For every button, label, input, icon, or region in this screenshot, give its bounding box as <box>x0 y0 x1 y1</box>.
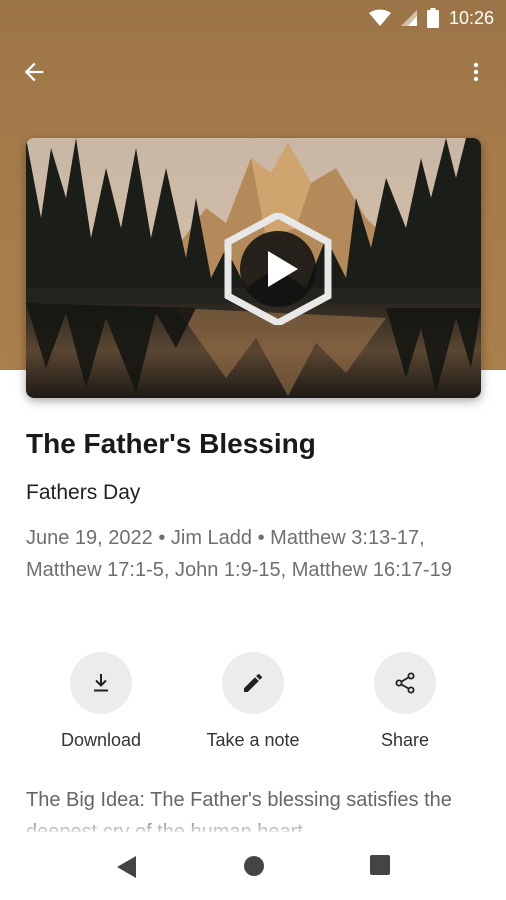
more-vert-icon <box>473 62 479 82</box>
play-icon[interactable] <box>224 213 332 325</box>
share-button[interactable]: Share <box>340 652 470 751</box>
take-note-button[interactable]: Take a note <box>188 652 318 751</box>
action-row: Download Take a note Share <box>0 652 506 762</box>
download-button[interactable]: Download <box>36 652 166 751</box>
wifi-icon <box>368 9 391 26</box>
sermon-title: The Father's Blessing <box>26 428 316 459</box>
share-label: Share <box>380 730 430 750</box>
share-circle <box>374 652 436 714</box>
share-icon <box>395 672 415 694</box>
more-options-button[interactable] <box>464 58 488 90</box>
nav-recents-icon[interactable] <box>369 854 391 876</box>
sermon-series: Fathers Day <box>26 481 141 504</box>
system-nav-bar <box>0 836 506 900</box>
content-fade <box>0 818 506 836</box>
battery-icon <box>426 8 439 28</box>
take-note-circle <box>222 652 284 714</box>
app-bar <box>0 46 506 102</box>
download-icon <box>94 674 108 692</box>
pencil-icon <box>244 673 263 692</box>
take-note-label: Take a note <box>206 730 300 750</box>
back-button[interactable] <box>20 58 56 90</box>
download-circle <box>70 652 132 714</box>
sermon-meta: June 19, 2022 • Jim Ladd • Matthew 3:13-… <box>26 527 452 581</box>
arrow-back-icon <box>24 62 44 82</box>
nav-home-icon[interactable] <box>242 854 266 878</box>
nav-back-icon[interactable] <box>114 854 138 880</box>
download-label: Download <box>60 730 142 750</box>
video-thumbnail[interactable] <box>26 138 481 398</box>
status-bar: 10:26 <box>0 0 506 36</box>
cell-signal-icon <box>400 10 417 26</box>
status-time: 10:26 <box>448 7 494 28</box>
